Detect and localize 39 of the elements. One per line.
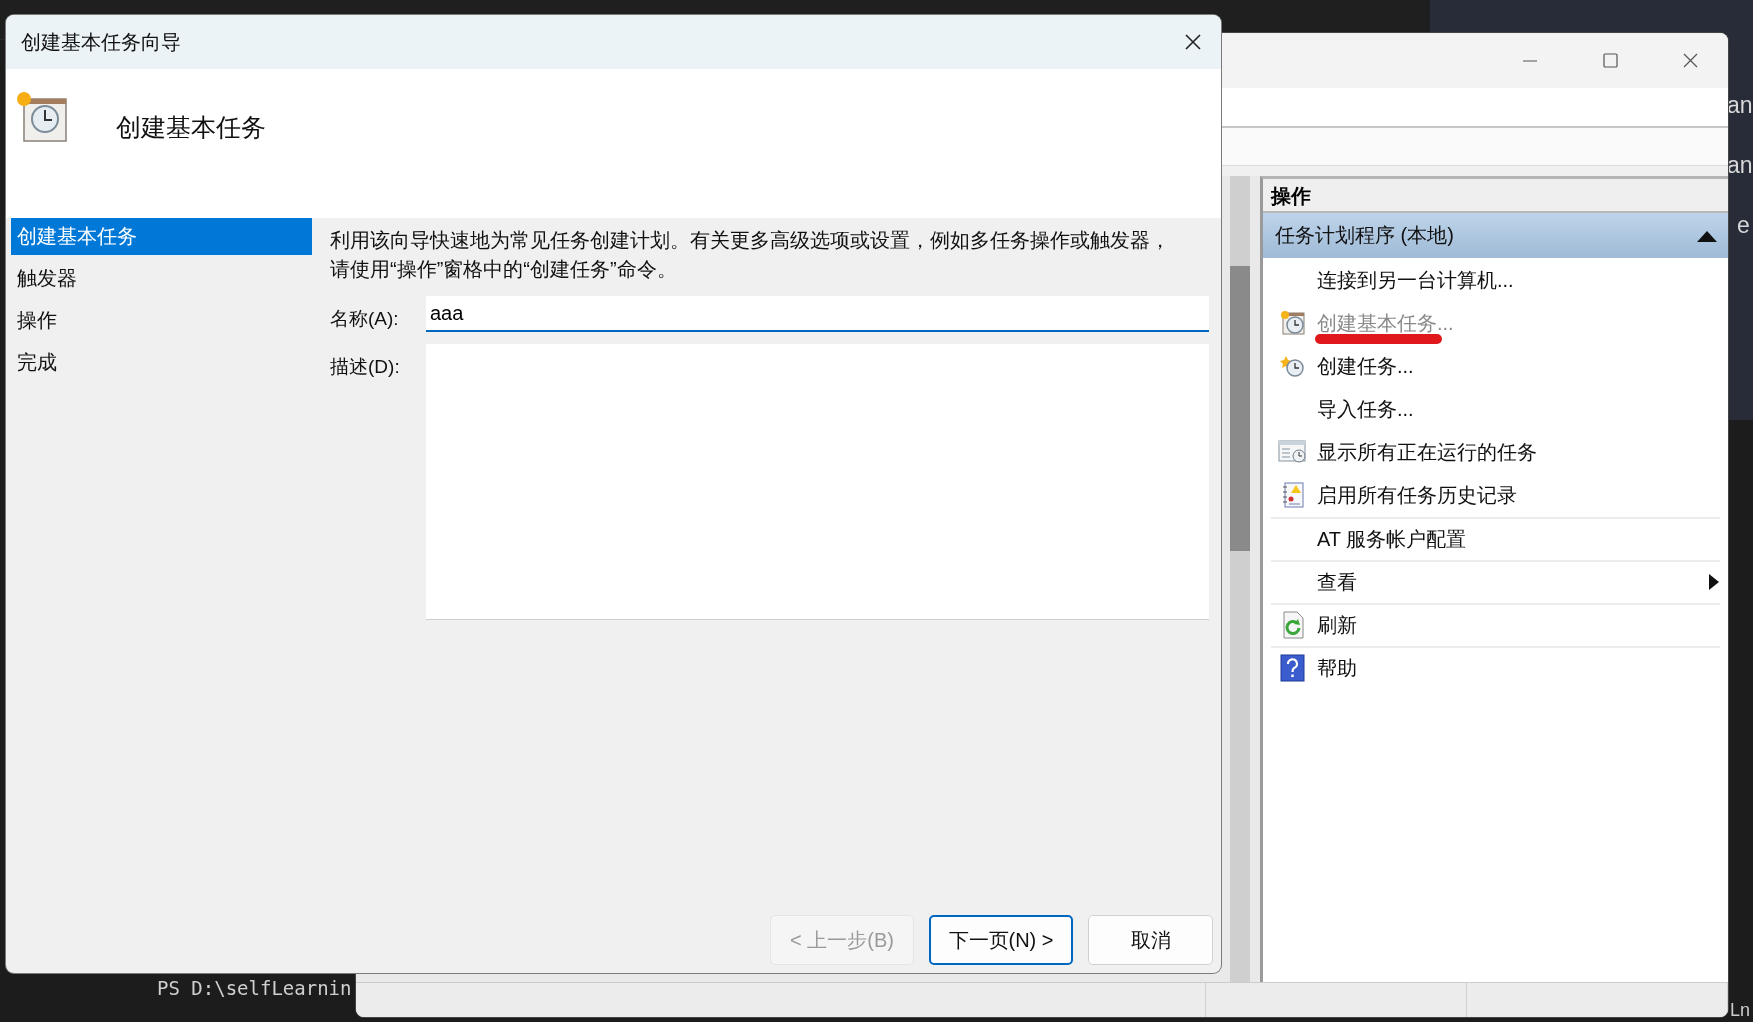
step-item[interactable]: 创建基本任务: [11, 218, 312, 255]
group-label: 任务计划程序 (本地): [1275, 223, 1454, 248]
code-text: an: [1727, 151, 1753, 180]
refresh-icon: [1280, 611, 1306, 639]
action-item[interactable]: 帮助: [1271, 646, 1720, 688]
window-clock-icon: [1278, 439, 1308, 465]
pane-title: 操作: [1263, 179, 1728, 213]
step-item[interactable]: 操作: [11, 302, 312, 339]
action-item[interactable]: 创建任务...: [1271, 345, 1720, 387]
action-item[interactable]: 显示所有正在运行的任务: [1271, 431, 1720, 473]
window-title: 创建基本任务向导: [21, 29, 181, 55]
action-item[interactable]: 连接到另一台计算机...: [1271, 259, 1720, 301]
action-item[interactable]: 刷新: [1271, 603, 1720, 645]
action-item[interactable]: 启用所有任务历史记录: [1271, 474, 1720, 516]
terminal-line: PS D:\selfLearnin: [157, 977, 352, 999]
status-text: Ln: [1730, 1000, 1751, 1021]
code-text: an: [1727, 91, 1753, 120]
group-header[interactable]: 任务计划程序 (本地): [1263, 213, 1728, 258]
notebook-icon: [1280, 481, 1306, 509]
action-item[interactable]: 导入任务...: [1271, 388, 1720, 430]
wizard-button[interactable]: 下一页(N) >: [929, 915, 1073, 965]
action-item[interactable]: 查看: [1271, 560, 1720, 602]
step-item[interactable]: 完成: [11, 344, 312, 381]
description-input[interactable]: [426, 344, 1209, 620]
wizard-button[interactable]: 取消: [1088, 915, 1213, 965]
code-text: e: [1736, 211, 1751, 240]
name-input[interactable]: aaa: [426, 296, 1209, 332]
help-icon: [1280, 654, 1306, 682]
clock-calendar-icon: [1280, 310, 1306, 336]
action-item[interactable]: AT 服务帐户配置: [1271, 517, 1720, 559]
clock-calendar-icon: [16, 91, 70, 145]
intro-text: 利用该向导快速地为常见任务创建计划。有关更多高级选项或设置，例如多任务操作或触发器，请使用“操作”窗格中的“创建任务”命令。: [330, 228, 1171, 282]
step-item[interactable]: 触发器: [11, 260, 312, 297]
submenu-arrow-icon: [1708, 573, 1720, 591]
wizard-heading: 创建基本任务: [116, 112, 266, 143]
field-label: 名称(A):: [330, 307, 400, 331]
field-label: 描述(D):: [330, 355, 401, 379]
scrollbar-thumb[interactable]: [1230, 266, 1250, 551]
scrollbar[interactable]: [1230, 176, 1250, 982]
